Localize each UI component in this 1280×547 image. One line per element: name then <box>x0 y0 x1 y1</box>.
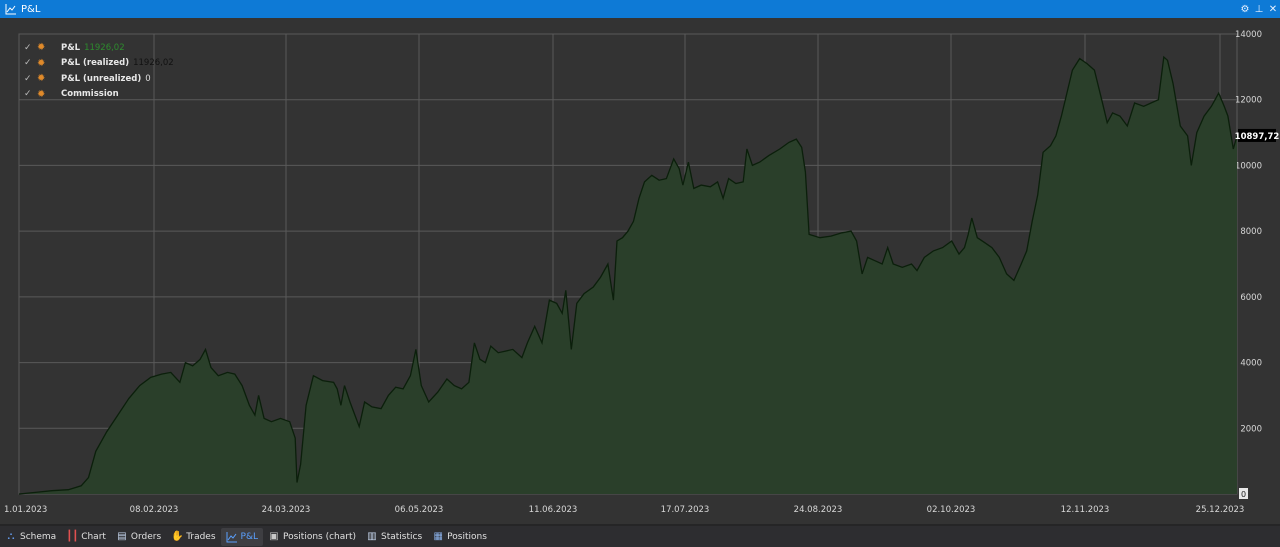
briefcase-icon: ▣ <box>269 530 279 542</box>
legend-item-pnl-realized[interactable]: ✓ ✹ P&L (realized) 11926,02 <box>24 56 174 72</box>
tab-label: Chart <box>81 531 106 542</box>
settings-icon[interactable]: ⚙ <box>1238 4 1252 15</box>
legend-label: P&L <box>61 42 81 53</box>
bottom-tab-bar: ⛬ Schema ┃┃ Chart ▤ Orders ✋ Trades P&L … <box>0 526 1280 547</box>
tab-label: Orders <box>130 531 162 542</box>
x-tick-label: 08.02.2023 <box>130 505 179 515</box>
checkmark-icon[interactable]: ✓ <box>24 43 37 53</box>
gear-icon[interactable]: ✹ <box>37 42 61 53</box>
legend-label: P&L (unrealized) <box>61 73 142 84</box>
x-tick-label: 1.01.2023 <box>4 505 47 515</box>
pnl-chart[interactable]: 2000 4000 6000 8000 10000 12000 14000 1.01.2023… <box>0 18 1280 524</box>
y-tick-label: 12000 <box>1235 96 1262 106</box>
x-tick-label: 17.07.2023 <box>661 505 710 515</box>
gear-icon[interactable]: ✹ <box>37 89 61 100</box>
legend-item-commission[interactable]: ✓ ✹ Commission <box>24 87 174 103</box>
x-tick-label: 12.11.2023 <box>1061 505 1110 515</box>
pnl-chart-svg: 2000 4000 6000 8000 10000 12000 14000 1.01.2023… <box>4 30 1280 515</box>
zero-marker-label: 0 <box>1241 490 1246 499</box>
gear-icon[interactable]: ✹ <box>37 58 61 69</box>
x-tick-label: 02.10.2023 <box>927 505 976 515</box>
chart-legend: ✓ ✹ P&L 11926,02 ✓ ✹ P&L (realized) 1192… <box>24 40 174 102</box>
y-tick-label: 2000 <box>1240 424 1262 434</box>
y-tick-label: 6000 <box>1240 293 1262 303</box>
x-tick-label: 06.05.2023 <box>395 505 444 515</box>
tab-trades[interactable]: ✋ Trades <box>166 528 220 546</box>
tab-pnl[interactable]: P&L <box>220 527 263 546</box>
pin-icon[interactable]: ⊥ <box>1252 4 1266 15</box>
schema-icon: ⛬ <box>7 530 15 542</box>
checkmark-icon[interactable]: ✓ <box>24 74 37 84</box>
tab-label: Positions <box>447 531 487 542</box>
legend-item-pnl[interactable]: ✓ ✹ P&L 11926,02 <box>24 40 174 56</box>
x-tick-label: 11.06.2023 <box>529 505 578 515</box>
current-value-label: 10897,72 <box>1235 132 1280 142</box>
x-tick-label: 25.12.2023 <box>1196 505 1245 515</box>
tab-schema[interactable]: ⛬ Schema <box>0 528 61 546</box>
tab-positions-chart[interactable]: ▣ Positions (chart) <box>263 528 361 546</box>
candlestick-icon: ┃┃ <box>66 530 79 542</box>
checkmark-icon[interactable]: ✓ <box>24 58 37 68</box>
close-icon[interactable]: ✕ <box>1266 4 1280 15</box>
legend-value: 11926,02 <box>133 58 174 69</box>
tab-statistics[interactable]: ▥ Statistics <box>361 528 427 546</box>
tab-chart[interactable]: ┃┃ Chart <box>61 528 111 546</box>
y-tick-label: 14000 <box>1235 30 1262 40</box>
document-icon: ▤ <box>117 530 127 542</box>
tab-label: Positions (chart) <box>283 531 357 542</box>
series-area <box>19 57 1237 494</box>
statistics-icon: ▥ <box>367 530 377 542</box>
tab-label: Statistics <box>381 531 423 542</box>
checkmark-icon[interactable]: ✓ <box>24 89 37 99</box>
gear-icon[interactable]: ✹ <box>37 73 61 84</box>
y-tick-label: 8000 <box>1240 227 1262 237</box>
legend-label: P&L (realized) <box>61 58 130 69</box>
line-chart-icon <box>5 4 16 15</box>
window-titlebar: P&L ⚙ ⊥ ✕ <box>0 0 1280 18</box>
y-tick-label: 4000 <box>1240 359 1262 369</box>
tab-label: Schema <box>20 531 57 542</box>
window-title: P&L <box>21 3 41 15</box>
x-tick-label: 24.03.2023 <box>262 505 311 515</box>
y-tick-label: 10000 <box>1235 161 1262 171</box>
legend-item-pnl-unrealized[interactable]: ✓ ✹ P&L (unrealized) 0 <box>24 71 174 87</box>
positions-icon: ▦ <box>433 530 443 542</box>
tab-label: Trades <box>186 531 216 542</box>
tab-positions[interactable]: ▦ Positions <box>427 528 492 546</box>
x-tick-label: 24.08.2023 <box>794 505 843 515</box>
legend-value: 11926,02 <box>84 42 125 53</box>
tab-orders[interactable]: ▤ Orders <box>111 528 166 546</box>
tab-label: P&L <box>240 531 258 542</box>
line-chart-icon <box>226 531 237 542</box>
handshake-icon: ✋ <box>171 530 184 542</box>
legend-value: 0 <box>145 73 151 84</box>
legend-label: Commission <box>61 89 119 100</box>
